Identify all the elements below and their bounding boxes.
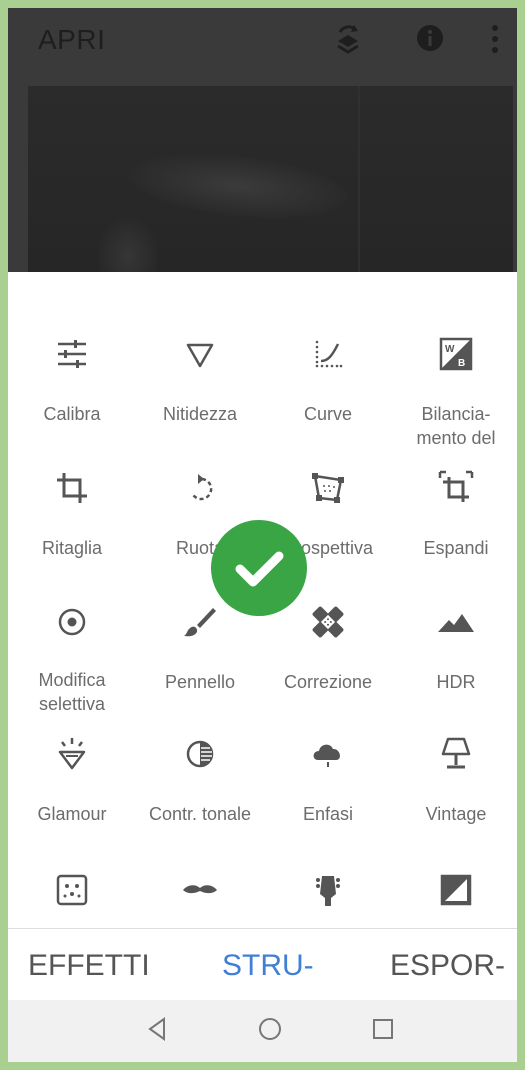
tool-label: Bilancia- mento del xyxy=(416,404,496,448)
bottom-tabs: EFFETTI STRU- ESPOR- xyxy=(8,928,517,1001)
grain-dice-icon xyxy=(56,874,88,906)
system-nav-bar xyxy=(8,1000,517,1062)
guitar-head-icon xyxy=(316,876,340,906)
tool-label: Calibra xyxy=(43,404,101,424)
open-button[interactable]: APRI xyxy=(38,24,105,56)
tool-label: Vintage xyxy=(425,804,487,824)
info-icon[interactable] xyxy=(414,22,446,54)
cloud-rain-icon xyxy=(313,744,340,767)
lamp-icon xyxy=(441,737,471,769)
tool-label: Nitidezza xyxy=(162,404,238,424)
tool-label: Espandi xyxy=(423,538,489,558)
tool-label: Enfasi xyxy=(302,804,354,824)
tab-esporta[interactable]: ESPOR- xyxy=(390,949,505,983)
rotate-icon xyxy=(190,474,213,501)
tonal-contrast-icon xyxy=(186,740,214,768)
history-layers-icon[interactable] xyxy=(330,22,366,58)
tool-label: Glamour xyxy=(37,804,107,824)
tool-label: Contr. tonale xyxy=(148,804,252,824)
success-check-badge xyxy=(211,520,307,616)
photo-preview[interactable] xyxy=(28,86,513,272)
tool-label: Pennello xyxy=(164,672,236,692)
back-triangle-icon[interactable] xyxy=(144,1014,170,1044)
top-bar: APRI xyxy=(8,8,517,272)
healing-bandage-icon xyxy=(312,606,344,638)
mustache-icon xyxy=(183,885,217,894)
svg-text:W: W xyxy=(445,344,455,355)
tool-label: Curve xyxy=(303,404,352,424)
tab-effetti[interactable]: EFFETTI xyxy=(28,949,150,983)
curve-icon xyxy=(315,340,343,368)
crop-icon xyxy=(57,473,87,503)
more-vert-icon[interactable] xyxy=(488,22,502,56)
tool-label: HDR xyxy=(436,672,476,692)
tab-strumenti[interactable]: STRU- xyxy=(222,949,314,983)
svg-text:B: B xyxy=(458,358,465,369)
tune-icon xyxy=(58,340,86,368)
mountains-icon xyxy=(438,614,474,632)
perspective-icon xyxy=(312,473,344,503)
home-circle-icon[interactable] xyxy=(256,1014,284,1044)
recents-square-icon[interactable] xyxy=(370,1014,396,1044)
expand-icon xyxy=(438,470,474,502)
checkmark-icon xyxy=(235,551,284,587)
white-balance-icon: W B xyxy=(439,337,473,371)
diamond-sparkle-icon xyxy=(58,738,86,770)
app-frame: APRI Calibra Nitidezza Curve W B Bilanci… xyxy=(8,8,517,1062)
black-white-icon xyxy=(440,874,472,906)
tool-label: Ritaglia xyxy=(41,538,103,558)
selective-target-icon xyxy=(58,608,86,636)
tool-label: Correzione xyxy=(283,672,373,692)
tool-label: Modifica selettiva xyxy=(38,670,106,714)
triangle-outline-icon xyxy=(186,343,214,368)
